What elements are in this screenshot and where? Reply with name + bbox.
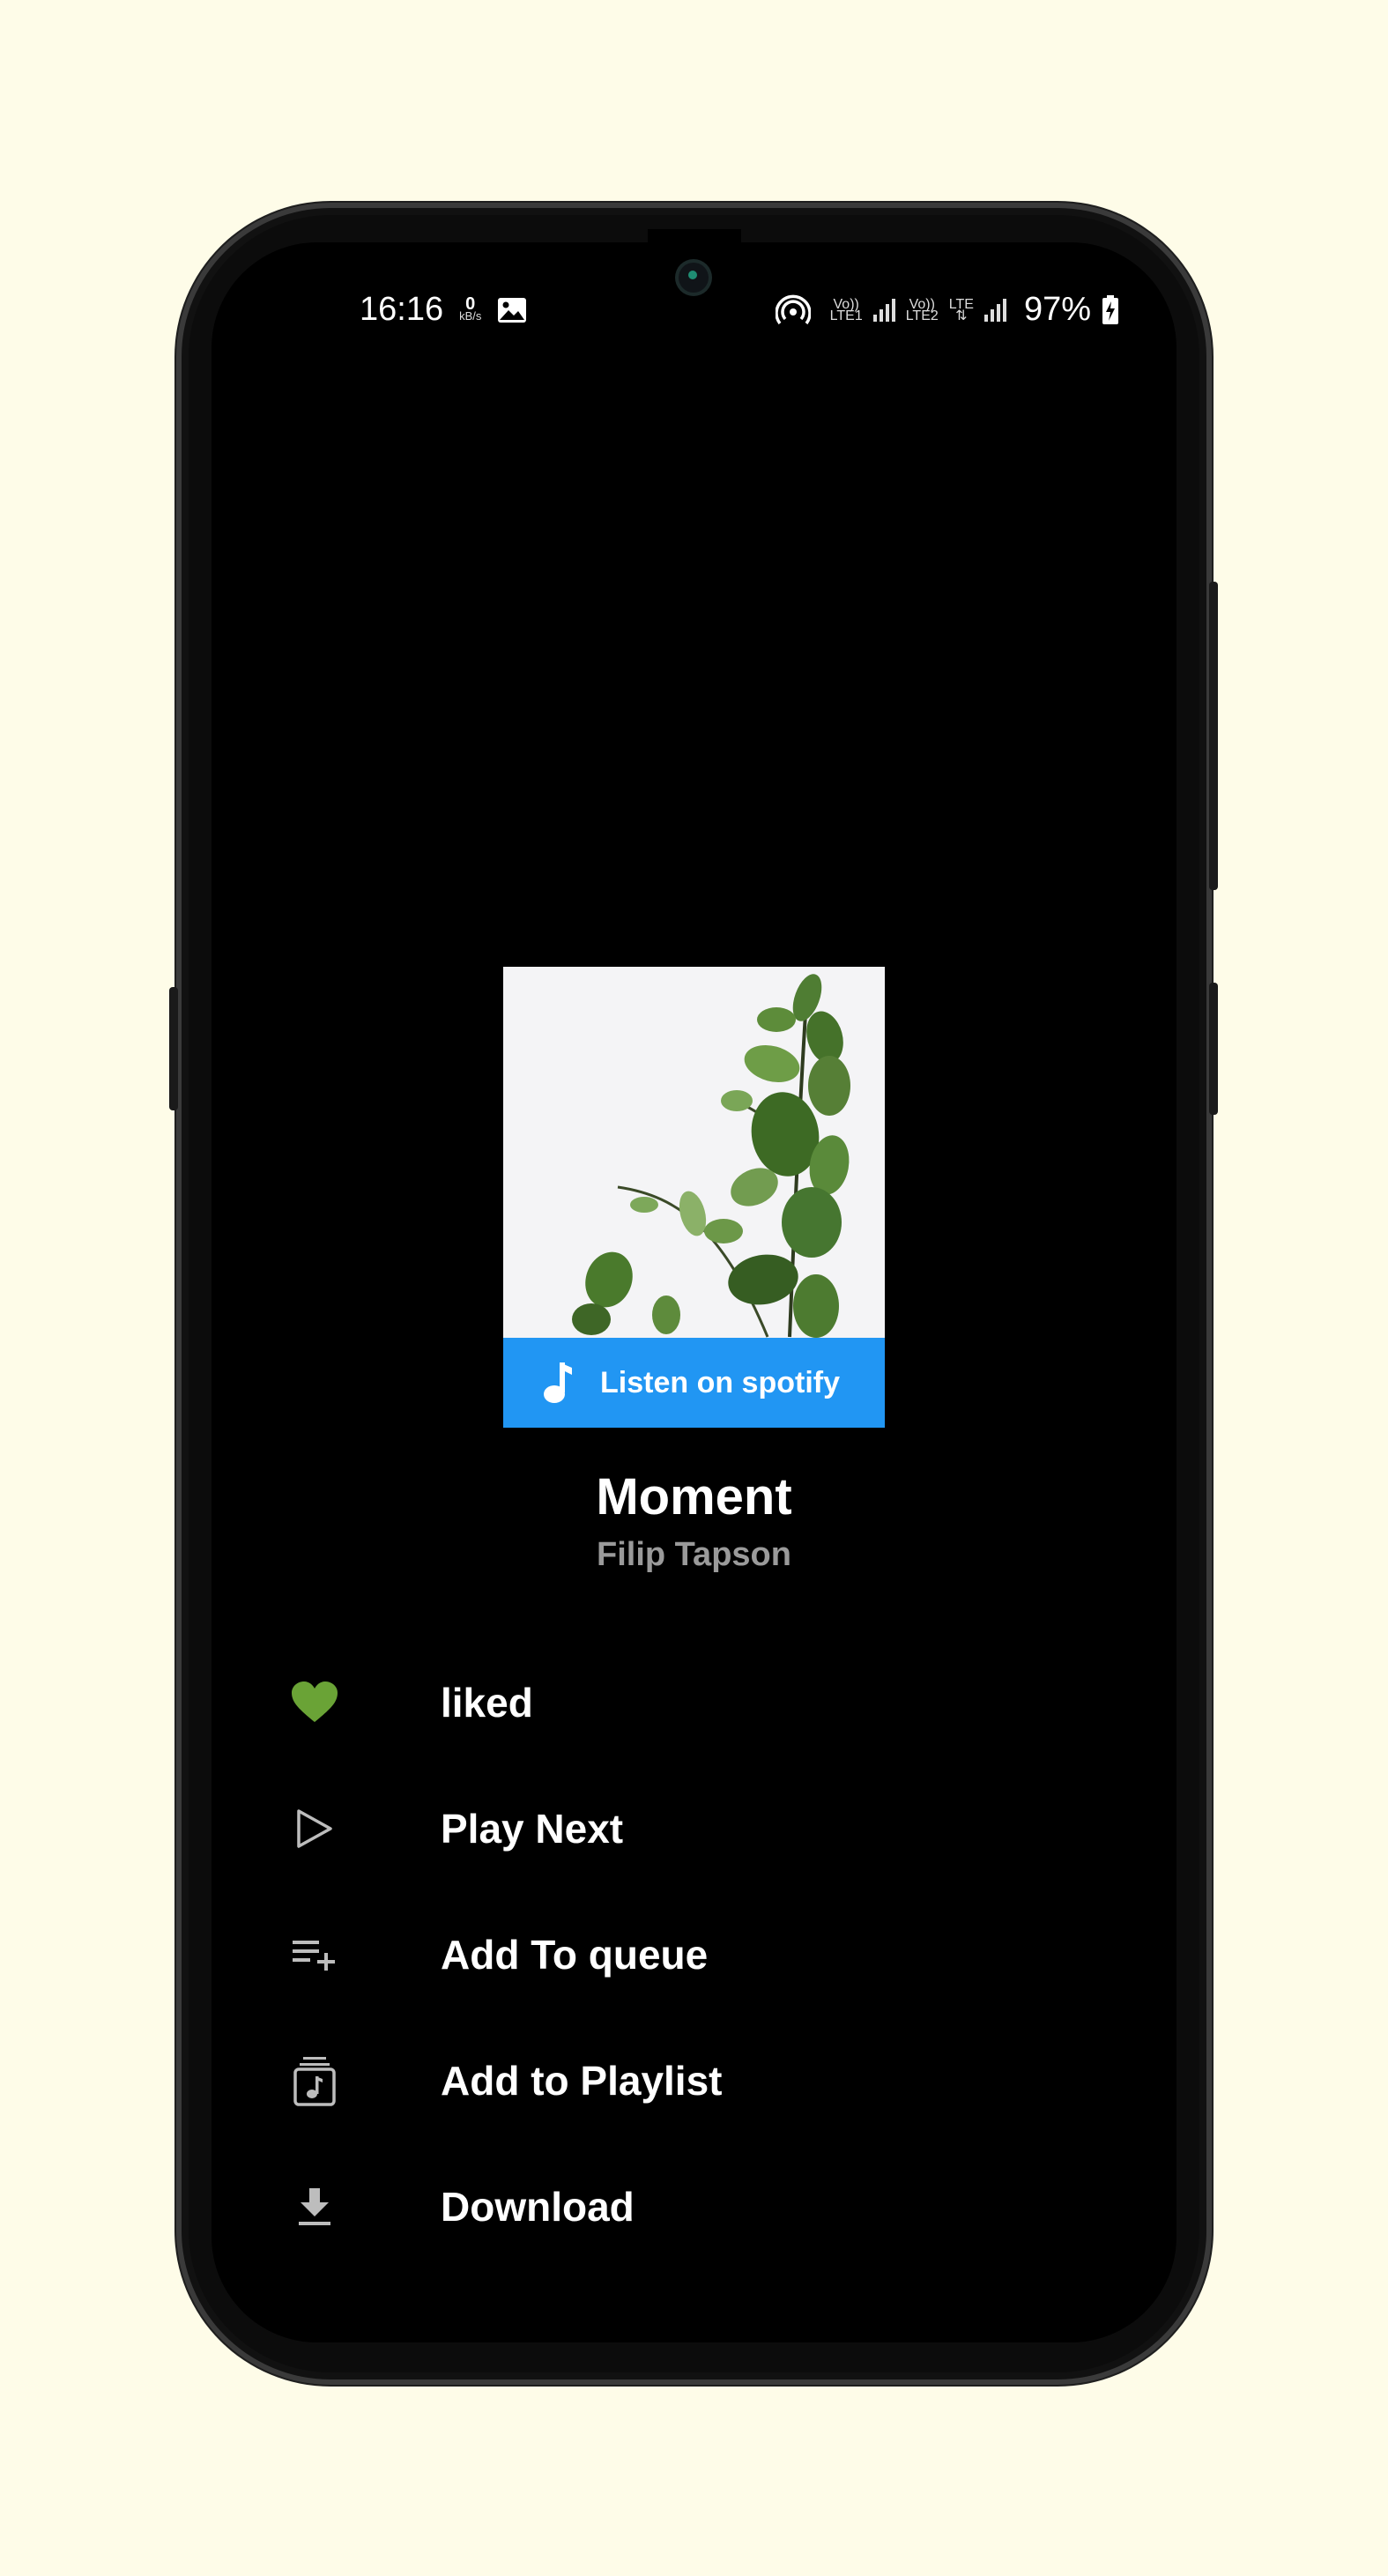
signal-sim1-icon <box>872 298 895 322</box>
net-speed: 0 kB/s <box>459 293 482 323</box>
play-outline-icon <box>291 1805 338 1852</box>
menu-item-add-to-playlist[interactable]: Add to Playlist <box>291 2017 1084 2143</box>
hotspot-icon <box>775 294 811 324</box>
status-bar-left: 16:16 0 kB/s <box>360 291 527 329</box>
sim1-label: Vo)) LTE1 <box>829 296 863 323</box>
listen-on-spotify-button[interactable]: Listen on spotify <box>503 1338 885 1428</box>
track-title: Moment <box>596 1468 792 1526</box>
image-icon <box>498 297 527 323</box>
front-camera <box>679 263 709 293</box>
menu-item-liked[interactable]: liked <box>291 1639 1084 1765</box>
sim2-label: Vo)) LTE2 <box>905 296 939 323</box>
signal-sim2-icon <box>983 298 1006 322</box>
power-button <box>1209 983 1218 1115</box>
queue-add-icon <box>291 1931 338 1978</box>
lte-indicator: LTE ⇅ <box>948 296 974 323</box>
data-arrows-icon: ⇅ <box>955 308 968 323</box>
volume-button <box>1209 582 1218 890</box>
menu-item-label: liked <box>441 1679 533 1726</box>
menu-item-add-to-queue[interactable]: Add To queue <box>291 1891 1084 2017</box>
listen-on-spotify-label: Listen on spotify <box>600 1365 840 1399</box>
menu-item-label: Play Next <box>441 1805 624 1852</box>
menu-item-download[interactable]: Download <box>291 2143 1084 2269</box>
side-button-left <box>169 987 178 1110</box>
heart-icon <box>291 1679 338 1726</box>
menu-item-play-next[interactable]: Play Next <box>291 1765 1084 1891</box>
track-artist: Filip Tapson <box>597 1536 791 1573</box>
clock: 16:16 <box>360 291 444 328</box>
download-icon <box>291 2183 338 2231</box>
menu-item-label: Add to Playlist <box>441 2057 723 2104</box>
status-bar-right: Vo)) LTE1 Vo)) LTE2 LTE ⇅ 97% <box>775 291 1119 329</box>
battery-charging-icon <box>1102 294 1118 324</box>
battery-percent: 97% <box>1023 291 1091 328</box>
music-note-icon <box>544 1362 572 1403</box>
track-actions-menu: liked Play Next Add To queue Add to Play… <box>291 1639 1084 2269</box>
playlist-add-icon <box>291 2056 338 2106</box>
menu-item-label: Download <box>441 2183 635 2230</box>
menu-item-label: Add To queue <box>441 1931 709 1978</box>
